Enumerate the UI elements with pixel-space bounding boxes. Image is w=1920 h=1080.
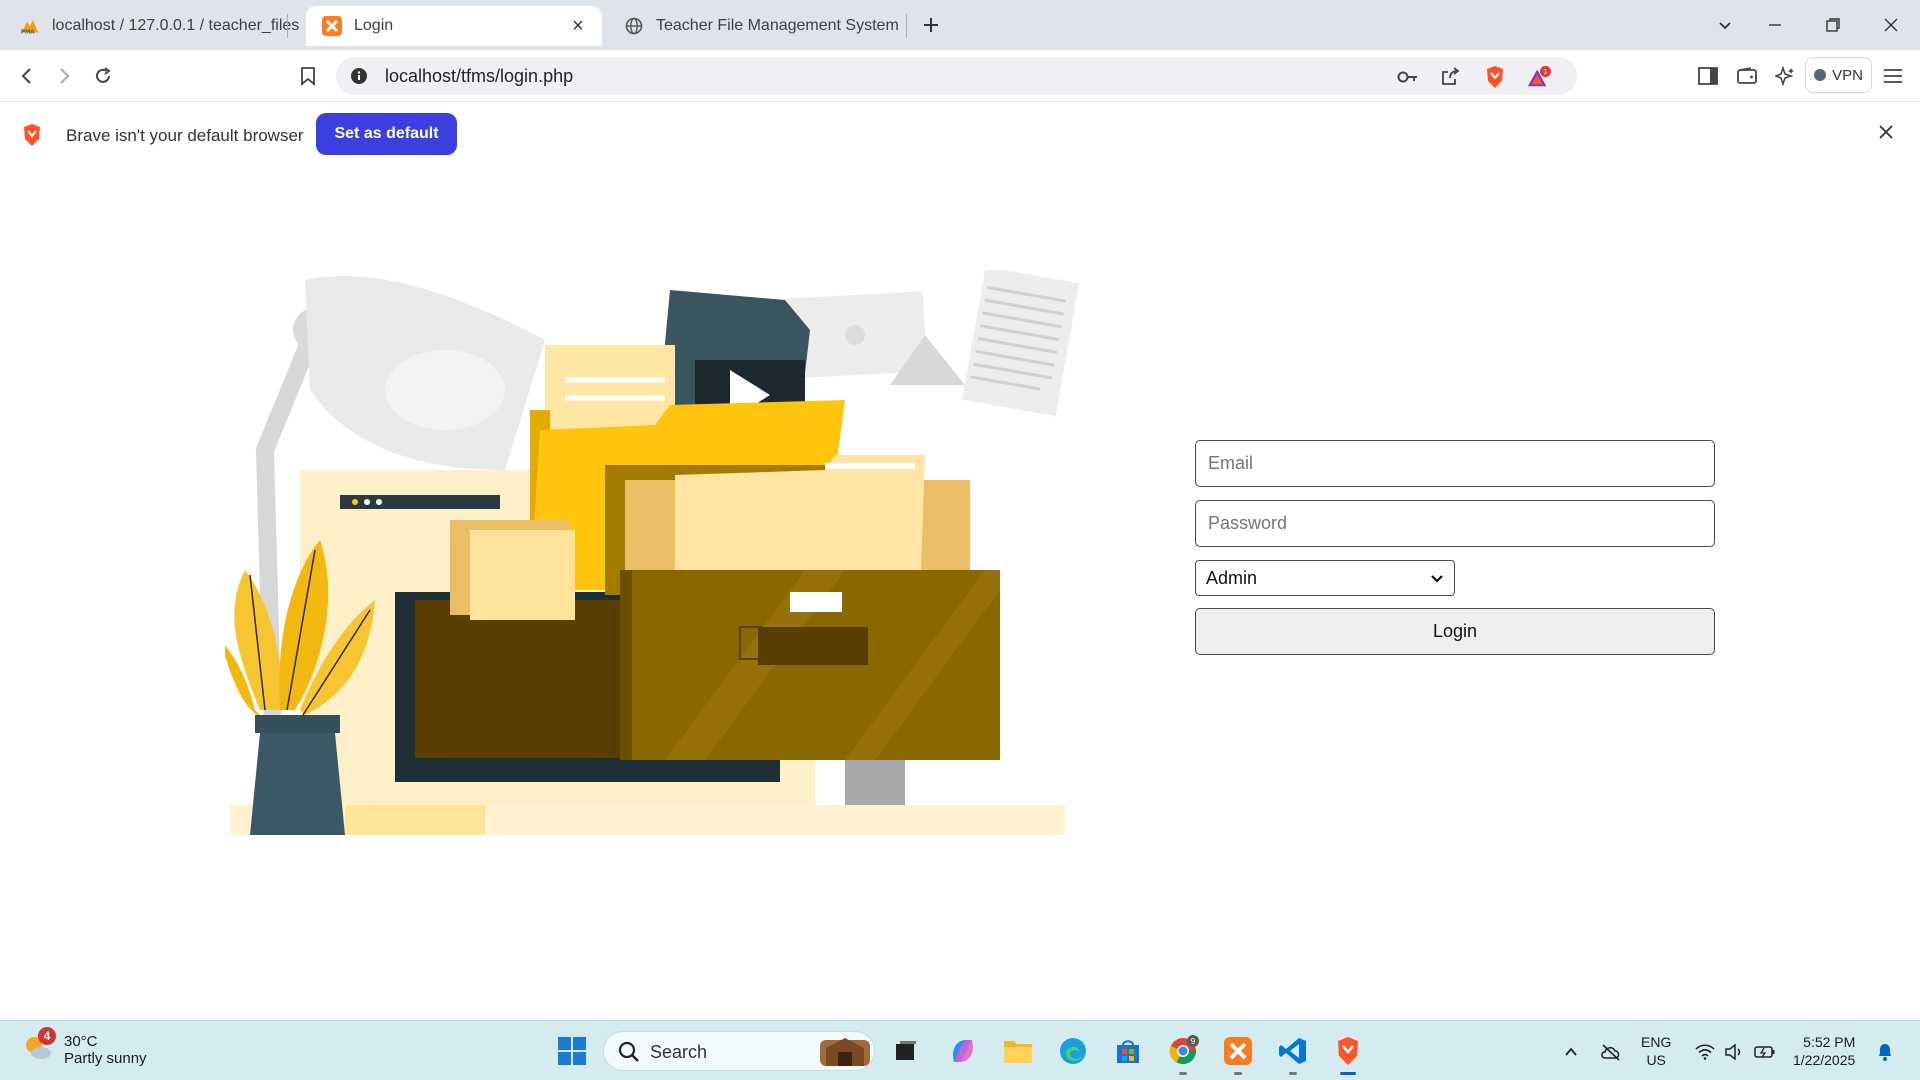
microsoft-store-icon[interactable] (1110, 1033, 1146, 1069)
onedrive-offline-icon[interactable] (1600, 1041, 1622, 1063)
share-icon[interactable] (1438, 65, 1462, 89)
start-button[interactable] (554, 1033, 590, 1069)
wifi-icon[interactable] (1694, 1041, 1716, 1063)
language-indicator[interactable]: ENG US (1641, 1033, 1671, 1069)
default-browser-infobar: Brave isn't your default browser Set as … (0, 103, 1920, 165)
windows-taskbar: 4 30°C Partly sunny Search 9 ENG US 5:52… (0, 1020, 1920, 1080)
tab-search-chevron-icon[interactable] (1712, 12, 1738, 38)
svg-text:PMA: PMA (21, 29, 35, 35)
xampp-icon (322, 16, 342, 36)
active-indicator (1340, 1072, 1356, 1075)
minimize-button[interactable] (1762, 12, 1788, 38)
password-key-icon[interactable] (1396, 65, 1420, 89)
vscode-icon[interactable] (1275, 1033, 1311, 1075)
sidebar-toggle-icon[interactable] (1694, 62, 1722, 90)
search-highlight-icon (818, 1034, 872, 1073)
rewards-badge: 1 (1543, 67, 1548, 76)
close-window-button[interactable] (1878, 12, 1904, 38)
role-select[interactable]: Admin (1195, 560, 1455, 596)
tab-separator (906, 14, 907, 38)
copilot-icon[interactable] (945, 1033, 981, 1069)
xampp-taskbar-icon[interactable] (1220, 1033, 1256, 1075)
language-line2: US (1646, 1052, 1666, 1068)
search-label: Search (650, 1042, 708, 1062)
set-as-default-button[interactable]: Set as default (316, 113, 457, 155)
bookmark-icon[interactable] (294, 62, 322, 90)
weather-widget[interactable]: 4 30°C Partly sunny (22, 1027, 147, 1068)
close-infobar-icon[interactable] (1874, 121, 1898, 145)
url-text: localhost/tfms/login.php (385, 66, 574, 86)
infobar-message: Brave isn't your default browser (66, 126, 304, 145)
tab-separator (287, 14, 288, 38)
vpn-status-icon (1814, 69, 1827, 81)
login-button[interactable]: Login (1195, 608, 1715, 655)
tab-phpmyadmin[interactable]: PMA localhost / 127.0.0.1 / teacher_file… (0, 6, 300, 46)
battery-icon[interactable] (1754, 1041, 1776, 1063)
address-bar[interactable]: localhost/tfms/login.php 1 (336, 57, 1577, 95)
vpn-button[interactable]: VPN (1805, 57, 1872, 93)
tab-tfms[interactable]: Teacher File Management System (604, 6, 904, 46)
new-tab-button[interactable] (918, 12, 944, 38)
weather-condition: Partly sunny (64, 1049, 147, 1067)
leo-ai-icon[interactable] (1771, 62, 1799, 90)
running-indicator (1234, 1072, 1242, 1075)
time: 5:52 PM (1803, 1034, 1856, 1050)
edge-icon[interactable] (1055, 1033, 1091, 1069)
chrome-badge: 9 (1190, 1037, 1195, 1046)
tab-label: Teacher File Management System (656, 17, 899, 34)
brave-shields-icon[interactable] (1483, 65, 1507, 89)
taskbar-search[interactable]: Search (603, 1031, 875, 1071)
site-info-icon[interactable] (350, 67, 368, 85)
chevron-up-icon[interactable] (1560, 1041, 1582, 1063)
task-view-icon[interactable] (888, 1033, 924, 1069)
file-cabinet-illustration (220, 266, 1085, 840)
menu-icon[interactable] (1879, 62, 1907, 90)
chrome-icon[interactable]: 9 (1165, 1033, 1201, 1075)
tab-strip: PMA localhost / 127.0.0.1 / teacher_file… (0, 0, 1920, 50)
volume-icon[interactable] (1723, 1041, 1745, 1063)
brave-taskbar-icon[interactable] (1330, 1033, 1366, 1075)
role-select-value: Admin (1206, 567, 1258, 588)
forward-button[interactable] (50, 62, 78, 90)
temperature: 30°C (64, 1032, 98, 1050)
phpmyadmin-icon: PMA (20, 16, 40, 36)
running-indicator (1289, 1072, 1297, 1075)
chevron-down-icon (1430, 568, 1444, 589)
brave-rewards-icon[interactable]: 1 (1527, 65, 1551, 89)
back-button[interactable] (13, 62, 41, 90)
browser-toolbar: localhost/tfms/login.php 1 VPN (0, 50, 1920, 102)
notification-bell-icon[interactable] (1874, 1041, 1896, 1063)
clock[interactable]: 5:52 PM 1/22/2025 (1793, 1033, 1855, 1069)
restore-button[interactable] (1820, 12, 1846, 38)
close-tab-icon[interactable]: × (568, 16, 588, 36)
weather-badge: 4 (38, 1027, 56, 1045)
reload-button[interactable] (89, 62, 117, 90)
search-icon (618, 1041, 640, 1068)
brave-logo-icon (21, 123, 43, 152)
tab-label: localhost / 127.0.0.1 / teacher_files / (52, 17, 300, 34)
file-explorer-icon[interactable] (1000, 1033, 1036, 1069)
wallet-icon[interactable] (1733, 62, 1761, 90)
vpn-label: VPN (1832, 66, 1863, 84)
email-field[interactable] (1195, 440, 1715, 487)
language-line1: ENG (1641, 1034, 1672, 1050)
tab-login[interactable]: Login × (306, 6, 602, 46)
password-field[interactable] (1195, 500, 1715, 547)
running-indicator (1179, 1072, 1187, 1075)
tab-label: Login (354, 17, 394, 34)
date: 1/22/2025 (1793, 1052, 1856, 1068)
globe-icon (624, 16, 644, 36)
